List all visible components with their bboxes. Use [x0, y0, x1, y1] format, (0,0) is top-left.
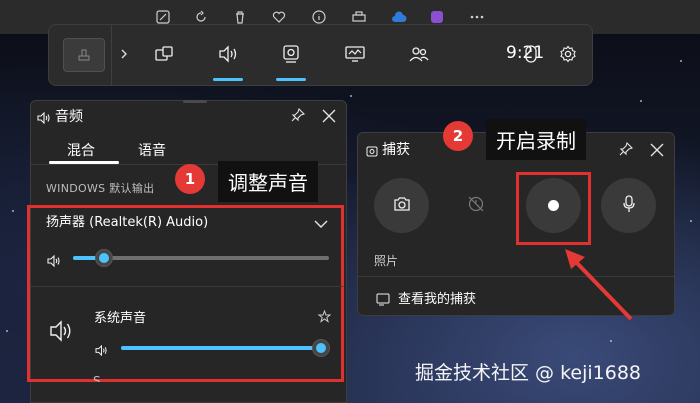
audio-active-indicator: [213, 78, 243, 81]
section-divider: [31, 286, 343, 287]
microphone-icon: [622, 194, 636, 217]
audio-icon[interactable]: [211, 39, 245, 69]
capture-title: 捕获: [382, 142, 410, 158]
highlight-box-record: [516, 172, 591, 245]
mouse-icon[interactable]: [514, 39, 548, 69]
audio-title: 音频: [55, 109, 83, 125]
callout-1-badge: 1: [175, 164, 205, 194]
camera-icon: [393, 196, 411, 216]
audio-widget: 音频 混合 语音 WINDOWS 默认输出 扬声器 (Realtek(R) Au…: [27, 100, 347, 403]
view-captures-link[interactable]: 查看我的捕获: [398, 288, 476, 307]
highlight-box-audio: [27, 205, 344, 382]
microphone-button[interactable]: [601, 178, 656, 233]
capture-icon[interactable]: [274, 39, 308, 69]
watermark: 掘金技术社区 @ keji1688: [415, 362, 642, 384]
settings-gear-icon[interactable]: [551, 39, 585, 69]
annotation-arrow: [565, 249, 633, 321]
photo-label: 照片: [374, 254, 399, 268]
screenshot-button[interactable]: [374, 178, 429, 233]
device-volume-icon: [47, 252, 61, 271]
app-volume-slider[interactable]: [121, 339, 330, 357]
drag-handle[interactable]: [183, 100, 207, 103]
app-volume-icon: [95, 341, 108, 360]
capture-close-icon[interactable]: [650, 142, 664, 161]
capture-pin-icon[interactable]: [618, 141, 634, 161]
gallery-icon: [376, 291, 390, 310]
device-volume-thumb[interactable]: [94, 249, 113, 267]
star-icon[interactable]: [317, 308, 332, 327]
app-speaker-icon: [49, 320, 75, 346]
game-bar: 9:21: [48, 24, 593, 86]
tab-mix[interactable]: 混合: [67, 140, 95, 160]
chevron-down-icon[interactable]: [314, 214, 328, 233]
close-icon[interactable]: [322, 108, 336, 127]
app-volume-thumb[interactable]: [311, 339, 330, 357]
output-label: WINDOWS 默认输出: [46, 182, 155, 195]
speaker-small-icon: [37, 109, 51, 128]
device-name[interactable]: 扬声器 (Realtek(R) Audio): [46, 211, 208, 230]
device-volume-slider[interactable]: [73, 249, 329, 267]
resources-icon[interactable]: [338, 39, 372, 69]
social-icon[interactable]: [402, 39, 436, 69]
callout-2-text: 开启录制: [486, 119, 586, 160]
record-last-button: [458, 188, 493, 223]
chevron-right-icon[interactable]: [107, 39, 141, 69]
app-name: 系统声音: [94, 311, 147, 326]
pin-icon[interactable]: [290, 107, 306, 127]
tab-voice[interactable]: 语音: [138, 140, 166, 160]
game-logo[interactable]: [63, 38, 105, 72]
next-item-partial: S...: [93, 374, 113, 382]
capture-active-indicator: [276, 78, 306, 81]
callout-1-text: 调整声音: [218, 161, 318, 202]
app-volume-fill: [121, 346, 321, 350]
widget-menu-icon[interactable]: [147, 39, 181, 69]
capture-small-icon: [366, 143, 378, 162]
history-disabled-icon: [467, 195, 485, 217]
callout-2-badge: 2: [443, 121, 473, 151]
